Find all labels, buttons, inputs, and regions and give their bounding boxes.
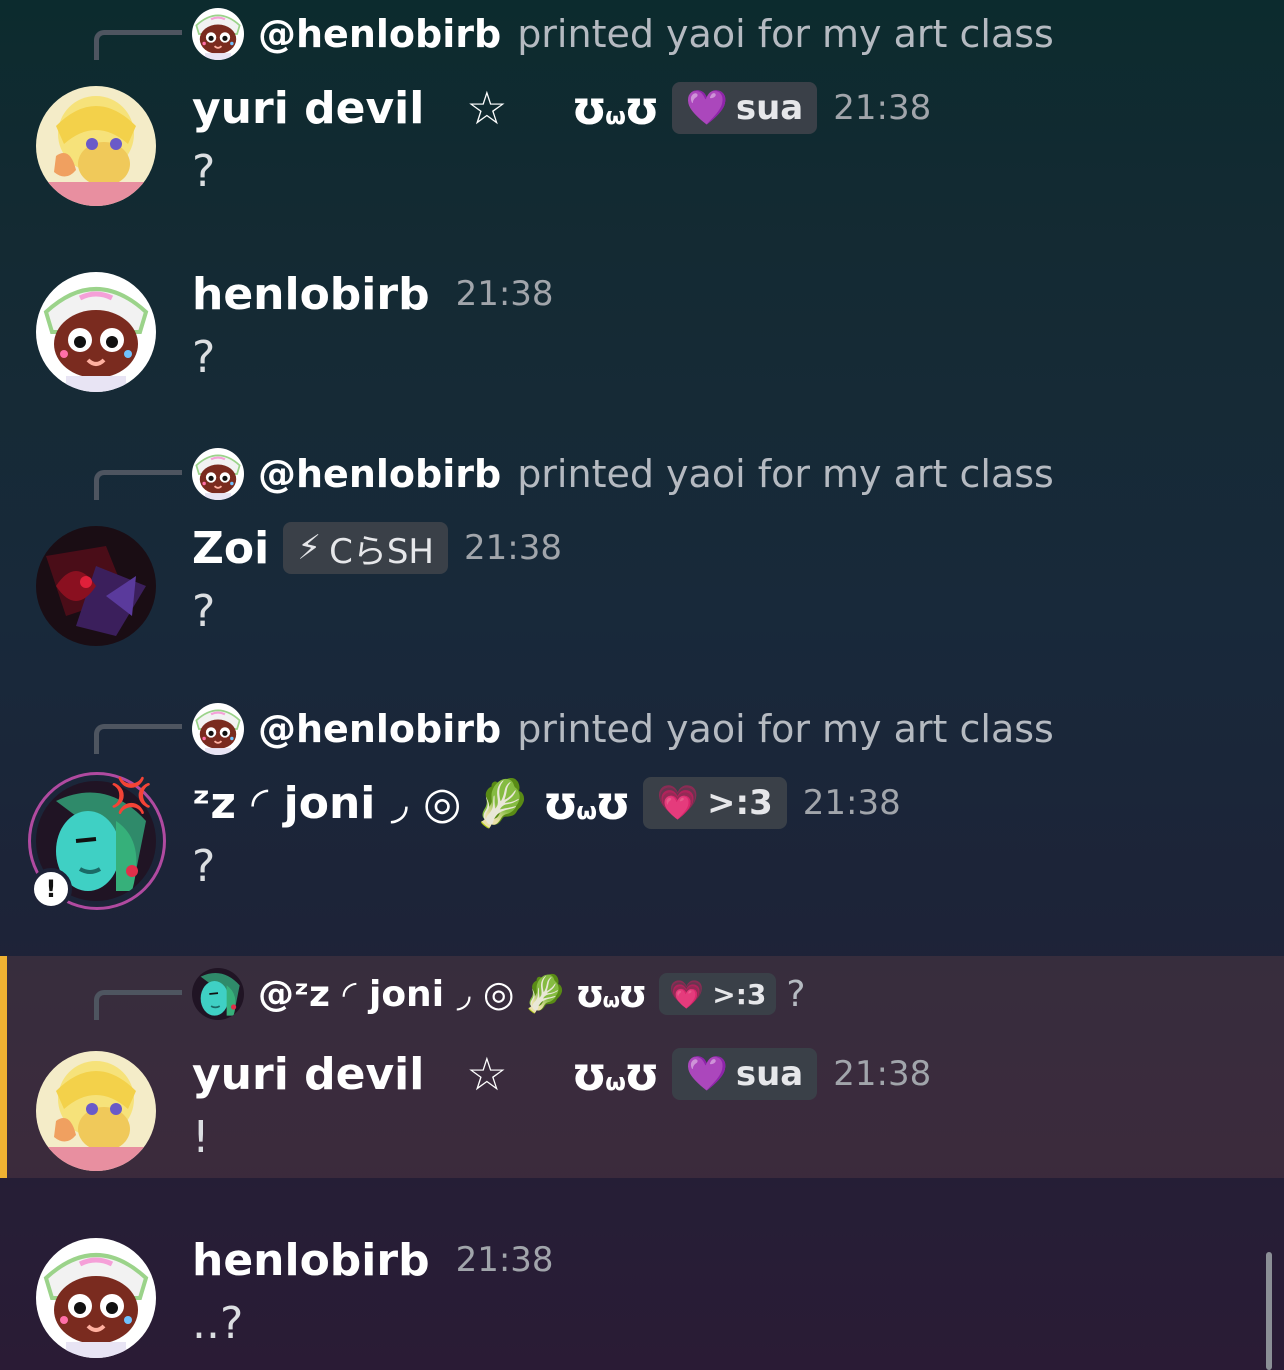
message-header: yuri devil ☆ ʊωʊ 💜 sua 21:38 xyxy=(192,1044,931,1104)
reply-preview[interactable]: @ᶻz ◜ joni ◞ ◎ 🥬 ʊωʊ 💗 >:3 ? xyxy=(192,966,806,1022)
avatar[interactable] xyxy=(36,1238,156,1358)
reply-text: ? xyxy=(786,973,806,1015)
reply-avatar xyxy=(192,8,244,60)
avatar[interactable] xyxy=(36,1051,156,1171)
message-header: henlobirb 21:38 xyxy=(192,264,554,324)
username[interactable]: henlobirb xyxy=(192,269,430,320)
server-tag[interactable]: 💗 >:3 xyxy=(642,777,787,829)
username[interactable]: Zoi xyxy=(192,523,269,574)
owo-decoration: ʊωʊ xyxy=(571,1047,660,1101)
reply-author[interactable]: @henlobirb xyxy=(258,12,501,56)
mention-highlight-bar xyxy=(0,956,7,1178)
server-tag[interactable]: 💜 sua xyxy=(671,82,818,134)
timestamp: 21:38 xyxy=(833,88,932,128)
message-content: ? xyxy=(192,146,216,197)
reply-author[interactable]: @henlobirb xyxy=(258,452,501,496)
owo-decoration: ʊωʊ xyxy=(575,972,647,1016)
lightning-icon: ⚡ xyxy=(297,528,322,568)
reply-spine xyxy=(94,30,182,60)
reply-spine xyxy=(94,470,182,500)
star-decoration: ☆ xyxy=(466,1047,508,1101)
reply-spine xyxy=(94,990,182,1020)
message-content: ..? xyxy=(192,1298,244,1349)
reply-author[interactable]: @henlobirb xyxy=(258,707,501,751)
lettuce-icon: 🥬 xyxy=(522,974,568,1015)
reply-avatar xyxy=(192,448,244,500)
alert-badge-icon: ! xyxy=(30,868,72,910)
reply-preview[interactable]: @henlobirb printed yaoi for my art class xyxy=(192,446,1054,502)
timestamp: 21:38 xyxy=(463,528,562,568)
message-content: ! xyxy=(192,1112,210,1163)
message-content: ? xyxy=(192,586,216,637)
reply-avatar xyxy=(192,968,244,1020)
timestamp: 21:38 xyxy=(455,1240,554,1280)
reply-avatar xyxy=(192,703,244,755)
message-header: yuri devil ☆ ʊωʊ 💜 sua 21:38 xyxy=(192,78,931,138)
reply-preview[interactable]: @henlobirb printed yaoi for my art class xyxy=(192,701,1054,757)
server-tag[interactable]: 💜 sua xyxy=(671,1048,818,1100)
username[interactable]: henlobirb xyxy=(192,1235,430,1286)
reply-author[interactable]: @ᶻz ◜ joni ◞ ◎ xyxy=(258,974,514,1015)
avatar[interactable] xyxy=(36,526,156,646)
reply-preview[interactable]: @henlobirb printed yaoi for my art class xyxy=(192,6,1054,62)
message-content: ? xyxy=(192,332,216,383)
message-content: ? xyxy=(192,841,216,892)
reply-spine xyxy=(94,724,182,754)
message-header: Zoi ⚡ CらSH 21:38 xyxy=(192,518,562,578)
message-header: henlobirb 21:38 xyxy=(192,1230,554,1290)
heart-icon: 💜 xyxy=(685,1054,728,1094)
timestamp: 21:38 xyxy=(802,783,901,823)
avatar[interactable] xyxy=(36,86,156,206)
timestamp: 21:38 xyxy=(833,1054,932,1094)
reply-text: printed yaoi for my art class xyxy=(517,12,1054,56)
heart-icon: 💗 xyxy=(656,783,700,823)
message-header: ᶻz ◜ joni ◞ ◎ 🥬 ʊωʊ 💗 >:3 21:38 xyxy=(192,773,901,833)
scrollbar[interactable] xyxy=(1266,1252,1272,1370)
username[interactable]: ᶻz ◜ joni ◞ ◎ xyxy=(192,778,461,829)
server-tag[interactable]: ⚡ CらSH xyxy=(283,522,448,574)
timestamp: 21:38 xyxy=(455,274,554,314)
avatar[interactable] xyxy=(36,272,156,392)
server-tag: 💗 >:3 xyxy=(659,973,777,1015)
heart-icon: 💗 xyxy=(669,977,705,1011)
heart-icon: 💜 xyxy=(685,88,728,128)
anger-icon: 💢 xyxy=(110,776,153,816)
username[interactable]: yuri devil xyxy=(192,83,424,134)
reply-text: printed yaoi for my art class xyxy=(517,707,1054,751)
owo-decoration: ʊωʊ xyxy=(542,776,631,830)
owo-decoration: ʊωʊ xyxy=(571,81,660,135)
username[interactable]: yuri devil xyxy=(192,1049,424,1100)
star-decoration: ☆ xyxy=(466,81,508,135)
lettuce-icon: 🥬 xyxy=(473,775,531,830)
reply-text: printed yaoi for my art class xyxy=(517,452,1054,496)
